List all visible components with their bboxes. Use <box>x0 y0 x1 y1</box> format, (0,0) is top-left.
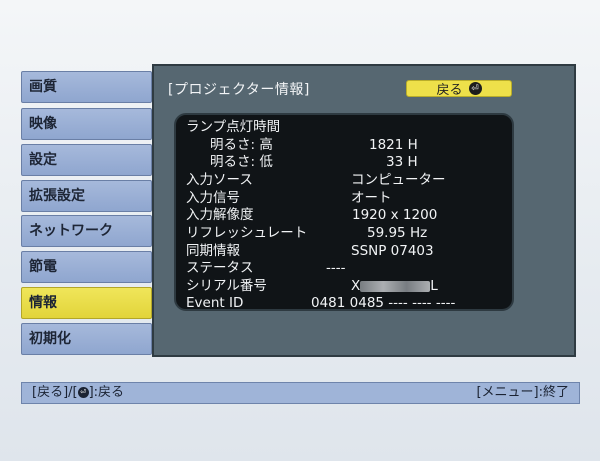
status-value: ---- <box>326 260 346 276</box>
brightness-low-value: 33 H <box>386 154 418 170</box>
serial-number-label: シリアル番号 <box>186 278 267 294</box>
menu-item-image-quality[interactable]: 画質 <box>21 71 152 103</box>
resolution-label: 入力解像度 <box>186 207 254 223</box>
refresh-rate-label: リフレッシュレート <box>186 225 308 241</box>
menu-item-reset[interactable]: 初期化 <box>21 323 152 355</box>
menu-item-eco[interactable]: 節電 <box>21 251 152 283</box>
footer-exit-hint: [メニュー]:終了 <box>476 385 569 400</box>
input-signal-value: オート <box>351 190 392 206</box>
sync-info-label: 同期情報 <box>186 243 240 259</box>
resolution-value: 1920 x 1200 <box>352 207 438 223</box>
brightness-high-label: 明るさ: 高 <box>210 137 273 153</box>
serial-suffix: L <box>430 278 438 294</box>
footer-back-hint-b: ]:戻る <box>88 385 125 400</box>
event-id-label: Event ID <box>186 295 244 311</box>
serial-redaction <box>360 280 431 292</box>
menu-item-settings[interactable]: 設定 <box>21 144 152 176</box>
menu-item-network[interactable]: ネットワーク <box>21 215 152 247</box>
brightness-low-label: 明るさ: 低 <box>210 154 273 170</box>
projector-info-box: ランプ点灯時間 明るさ: 高 1821 H 明るさ: 低 33 H 入力ソース … <box>174 113 514 311</box>
menu-item-extended[interactable]: 拡張設定 <box>21 180 152 212</box>
lamp-hours-label: ランプ点灯時間 <box>186 119 281 135</box>
input-source-value: コンピューター <box>351 172 446 188</box>
footer-help-bar: [戻る]/[⏎]:戻る [メニュー]:終了 <box>21 382 580 404</box>
brightness-high-value: 1821 H <box>369 137 418 153</box>
input-source-label: 入力ソース <box>186 172 253 188</box>
serial-number-value: XL <box>351 277 438 295</box>
menu-item-signal[interactable]: 映像 <box>21 108 152 140</box>
footer-back-hint: [戻る]/[⏎]:戻る <box>32 383 124 403</box>
enter-icon: ⏎ <box>468 82 482 95</box>
sync-info-value: SSNP 07403 <box>351 243 434 259</box>
panel-title: [プロジェクター情報] <box>168 82 310 98</box>
footer-back-hint-a: [戻る]/[ <box>32 385 78 400</box>
refresh-rate-value: 59.95 Hz <box>367 225 428 241</box>
enter-icon-small: ⏎ <box>77 387 89 398</box>
input-signal-label: 入力信号 <box>186 190 240 206</box>
back-button[interactable]: 戻る ⏎ <box>406 80 512 98</box>
status-label: ステータス <box>186 260 254 276</box>
back-button-label: 戻る <box>436 83 463 98</box>
event-id-value: 0481 0485 ---- ---- ---- <box>311 295 456 311</box>
menu-item-info[interactable]: 情報 <box>21 287 152 319</box>
serial-prefix: X <box>351 278 361 294</box>
